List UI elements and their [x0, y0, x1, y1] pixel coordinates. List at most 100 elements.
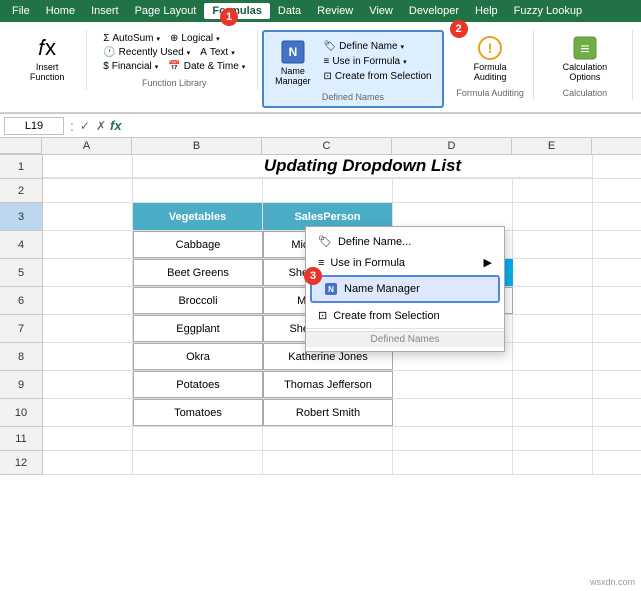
cell-b2[interactable] — [133, 179, 263, 202]
calculation-options-button[interactable]: ≡ Calculation Options — [546, 32, 624, 84]
col-header-a: A — [42, 138, 132, 154]
datetime-button[interactable]: 📅 Date & Time ▾ — [164, 60, 249, 73]
menu-home[interactable]: Home — [38, 3, 83, 19]
row-header-7: 7 — [0, 315, 42, 343]
recently-used-button[interactable]: 🕐 Recently Used ▾ — [99, 46, 194, 59]
cell-d10[interactable] — [393, 399, 513, 426]
formula-input[interactable] — [126, 119, 637, 133]
insert-function-button[interactable]: 𝑓x Insert Function — [16, 32, 78, 84]
cell-b10[interactable]: Tomatoes — [133, 399, 263, 426]
checkmark-icon[interactable]: ✓ — [80, 119, 90, 133]
cell-a12[interactable] — [43, 451, 133, 474]
cell-b8[interactable]: Okra — [133, 343, 263, 370]
fx-label: fx — [110, 118, 122, 133]
cell-a2[interactable] — [43, 179, 133, 202]
menu-review[interactable]: Review — [309, 3, 361, 19]
cell-e6[interactable] — [513, 287, 593, 314]
formula-bar: : ✓ ✗ fx — [0, 114, 641, 138]
cell-c9[interactable]: Thomas Jefferson — [263, 371, 393, 398]
cell-a1[interactable] — [43, 155, 133, 178]
cell-b11[interactable] — [133, 427, 263, 450]
name-manager-button[interactable]: N Name Manager — [270, 36, 315, 88]
cross-icon[interactable]: ✗ — [96, 119, 106, 133]
cell-e5[interactable] — [513, 259, 593, 286]
cell-b7[interactable]: Eggplant — [133, 315, 263, 342]
cell-e11[interactable] — [513, 427, 593, 450]
menu-view[interactable]: View — [361, 3, 401, 19]
formula-auditing-button[interactable]: ! Formula Auditing — [456, 32, 525, 84]
menu-data[interactable]: Data — [270, 3, 309, 19]
cell-a11[interactable] — [43, 427, 133, 450]
row-header-12: 12 — [0, 451, 42, 475]
use-in-formula-button[interactable]: ≡ Use in Formula ▾ — [319, 55, 435, 68]
menu-bar: File Home Insert Page Layout Formulas Da… — [0, 0, 641, 22]
cell-b4[interactable]: Cabbage — [133, 231, 263, 258]
autosum-button[interactable]: Σ AutoSum ▾ — [99, 32, 164, 45]
watermark: wsxdn.com — [590, 577, 635, 587]
menu-file[interactable]: File — [4, 3, 38, 19]
menu-insert[interactable]: Insert — [83, 3, 127, 19]
page-title: Updating Dropdown List — [133, 155, 593, 178]
cell-b6[interactable]: Broccoli — [133, 287, 263, 314]
formula-auditing-icon: ! — [476, 34, 504, 62]
text-button[interactable]: A Text ▾ — [196, 46, 239, 59]
cell-c2[interactable] — [263, 179, 393, 202]
col-header-d: D — [392, 138, 512, 154]
cell-a3[interactable] — [43, 203, 133, 230]
logical-icon: ⊕ — [170, 33, 178, 44]
cell-c11[interactable] — [263, 427, 393, 450]
cell-e7[interactable] — [513, 315, 593, 342]
use-in-formula-arrow: ▶ — [484, 256, 492, 269]
cell-b12[interactable] — [133, 451, 263, 474]
cell-d9[interactable] — [393, 371, 513, 398]
cell-e10[interactable] — [513, 399, 593, 426]
cell-reference-input[interactable] — [4, 117, 64, 135]
cell-a9[interactable] — [43, 371, 133, 398]
menu-developer[interactable]: Developer — [401, 3, 467, 19]
cell-d12[interactable] — [393, 451, 513, 474]
table-row: Potatoes Thomas Jefferson — [43, 371, 641, 399]
menu-help[interactable]: Help — [467, 3, 506, 19]
menu-item-use-in-formula[interactable]: ≡ Use in Formula ▶ — [306, 252, 504, 273]
menu-item-create-from-selection[interactable]: ⊡ Create from Selection — [306, 305, 504, 326]
logical-button[interactable]: ⊕ Logical ▾ — [166, 32, 224, 45]
menu-pagelayout[interactable]: Page Layout — [127, 3, 205, 19]
cell-e2[interactable] — [513, 179, 593, 202]
cell-b5[interactable]: Beet Greens — [133, 259, 263, 286]
autosum-dropdown[interactable]: ▾ — [157, 35, 161, 43]
cell-e12[interactable] — [513, 451, 593, 474]
financial-button[interactable]: $ Financial ▾ — [99, 60, 162, 73]
cell-a5[interactable] — [43, 259, 133, 286]
ribbon-group-formulaauditing: ! Formula Auditing Formula Auditing — [448, 30, 534, 100]
menu-item-define-name[interactable]: 🏷 Define Name... — [306, 231, 504, 252]
menu-fuzzylookup[interactable]: Fuzzy Lookup — [506, 3, 590, 19]
insert-function-icon: 𝑓x — [33, 34, 61, 62]
cell-e3[interactable] — [513, 203, 593, 230]
cell-a7[interactable] — [43, 315, 133, 342]
cell-e8[interactable] — [513, 343, 593, 370]
cell-a10[interactable] — [43, 399, 133, 426]
cell-e4[interactable] — [513, 231, 593, 258]
cell-a8[interactable] — [43, 343, 133, 370]
calculation-group-label: Calculation — [563, 84, 608, 98]
cell-b9[interactable]: Potatoes — [133, 371, 263, 398]
recently-used-icon: 🕐 — [103, 47, 115, 58]
cell-d2[interactable] — [393, 179, 513, 202]
col-header-e: E — [512, 138, 592, 154]
cell-c12[interactable] — [263, 451, 393, 474]
define-name-icon: 🏷 — [323, 41, 336, 52]
cell-a6[interactable] — [43, 287, 133, 314]
cell-a4[interactable] — [43, 231, 133, 258]
define-name-button[interactable]: 🏷 Define Name ▾ — [319, 40, 435, 53]
table-row — [43, 179, 641, 203]
row-header-4: 4 — [0, 231, 42, 259]
cell-e9[interactable] — [513, 371, 593, 398]
menu-item-name-manager[interactable]: 3 N Name Manager — [310, 275, 500, 303]
cell-d11[interactable] — [393, 427, 513, 450]
cell-b3-vegetables[interactable]: Vegetables — [133, 203, 263, 230]
row-header-5: 5 — [0, 259, 42, 287]
row-header-8: 8 — [0, 343, 42, 371]
cell-c10[interactable]: Robert Smith — [263, 399, 393, 426]
create-from-selection-button[interactable]: ⊡ Create from Selection — [319, 70, 435, 83]
formula-separator: : — [70, 118, 74, 134]
